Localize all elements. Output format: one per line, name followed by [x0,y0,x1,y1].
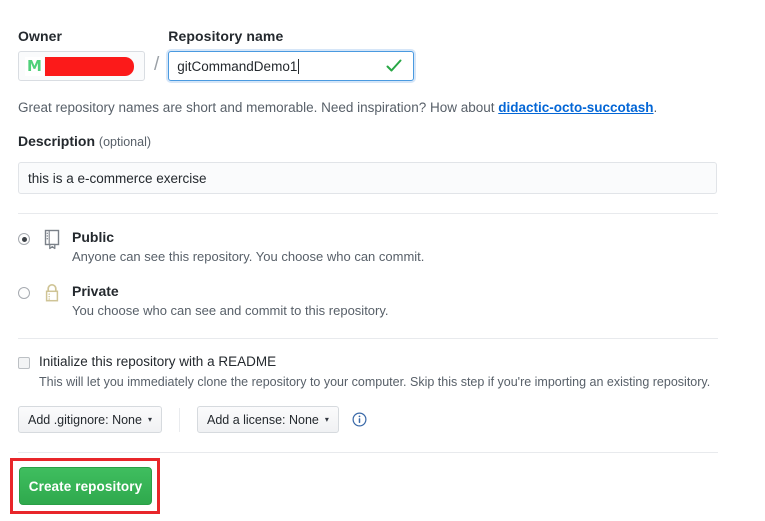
repo-name-wrapper: gitCommandDemo1 [168,51,415,81]
radio-private[interactable] [18,287,30,299]
readme-checkbox[interactable] [18,357,30,369]
gitignore-dropdown[interactable]: Add .gitignore: None ▾ [18,406,162,433]
description-label: Description (optional) [18,133,151,149]
readme-option[interactable]: Initialize this repository with a README… [18,354,710,390]
create-repository-form: Owner M / Repository name gitCommandDemo… [0,0,765,521]
divider-above-visibility [18,213,718,214]
divider-above-submit [18,452,718,453]
description-input[interactable]: this is a e-commerce exercise [18,162,717,194]
owner-label: Owner [18,28,63,44]
visibility-option-public[interactable]: Public Anyone can see this repository. Y… [18,229,424,265]
owner-name-redaction [45,56,134,76]
license-dropdown-label: Add a license: None [206,412,319,427]
visibility-public-title: Public [72,229,115,245]
repo-name-value: gitCommandDemo1 [177,58,298,74]
owner-field-group: Owner M [18,28,145,81]
visibility-public-text: Public Anyone can see this repository. Y… [72,229,424,265]
divider-above-readme [18,338,718,339]
repo-name-label: Repository name [168,28,284,44]
repo-name-suggestion-link[interactable]: didactic-octo-succotash [498,100,653,115]
description-optional-tag: (optional) [98,135,152,149]
owner-avatar: M [25,56,44,76]
visibility-private-text: Private You choose who can see and commi… [72,283,389,319]
readme-text: Initialize this repository with a README… [39,354,710,390]
helper-text-after: . [653,100,658,115]
visibility-private-title: Private [72,283,119,299]
description-label-text: Description [18,133,96,149]
chevron-down-icon: ▾ [324,414,329,424]
visibility-public-description: Anyone can see this repository. You choo… [72,249,425,264]
readme-title: Initialize this repository with a README [39,354,277,369]
create-repository-button[interactable]: Create repository [19,467,152,505]
repo-icon [41,228,63,250]
chevron-down-icon: ▾ [147,414,152,424]
check-icon [386,58,402,74]
repo-identity-row: Owner M / Repository name gitCommandDemo… [18,28,415,81]
readme-description: This will let you immediately clone the … [39,375,711,389]
visibility-private-description: You choose who can see and commit to thi… [72,303,389,318]
description-value: this is a e-commerce exercise [28,170,207,186]
lock-icon [41,282,63,304]
repo-name-input[interactable]: gitCommandDemo1 [168,51,415,81]
owner-select[interactable]: M [18,51,145,81]
radio-public[interactable] [18,233,30,245]
repo-extras-row: Add .gitignore: None ▾ Add a license: No… [18,406,367,433]
info-icon[interactable] [352,412,367,427]
text-caret [298,58,300,74]
owner-repo-separator: / [154,54,160,75]
repo-name-field-group: Repository name gitCommandDemo1 [168,28,415,81]
gitignore-dropdown-label: Add .gitignore: None [28,412,142,427]
license-dropdown[interactable]: Add a license: None ▾ [196,406,339,433]
repo-name-helper-text: Great repository names are short and mem… [18,100,657,115]
visibility-option-private[interactable]: Private You choose who can see and commi… [18,283,389,319]
dropdown-separator [178,407,180,432]
helper-text-before: Great repository names are short and mem… [18,100,499,115]
